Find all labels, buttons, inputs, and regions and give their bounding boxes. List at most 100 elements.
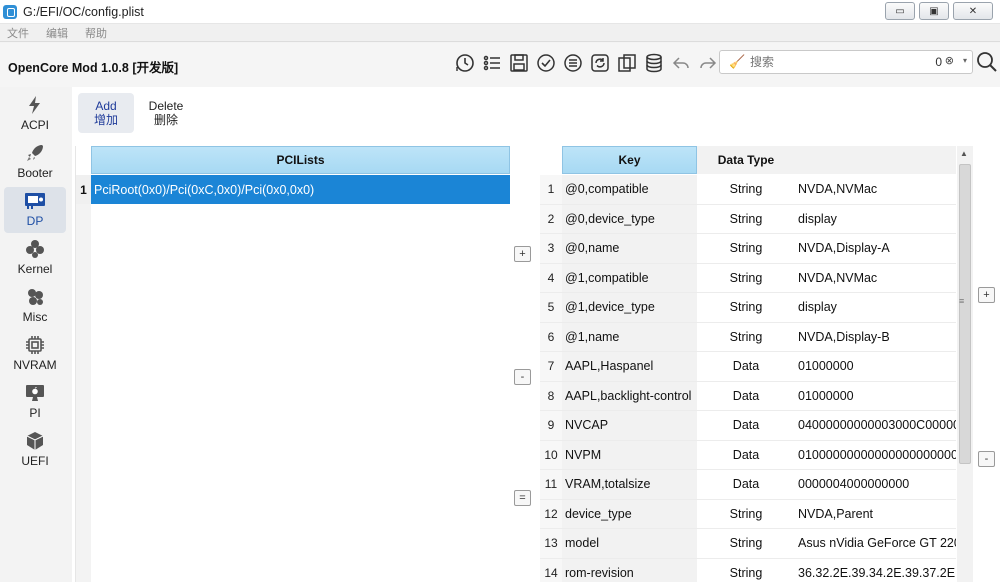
key-cell[interactable]: @1,compatible bbox=[562, 263, 697, 292]
menu-file[interactable]: 文件 bbox=[7, 25, 29, 41]
sidebar-item-uefi[interactable]: UEFI bbox=[4, 427, 66, 473]
column-header-key[interactable]: Key bbox=[562, 146, 697, 174]
table-row[interactable]: 1 @0,compatible String NVDA,NVMac bbox=[540, 175, 956, 205]
sidebar-item-acpi[interactable]: ACPI bbox=[4, 91, 66, 137]
type-cell[interactable]: String bbox=[697, 293, 795, 322]
table-row[interactable]: 6 @1,name String NVDA,Display-B bbox=[540, 322, 956, 352]
minimize-button[interactable]: ▭ bbox=[885, 2, 915, 20]
value-cell[interactable]: 01000000 bbox=[795, 382, 956, 411]
type-cell[interactable]: String bbox=[697, 559, 795, 582]
key-cell[interactable]: AAPL,backlight-control bbox=[562, 381, 697, 410]
type-cell[interactable]: String bbox=[697, 175, 795, 204]
key-cell[interactable]: @1,device_type bbox=[562, 293, 697, 322]
key-cell[interactable]: device_type bbox=[562, 499, 697, 528]
value-cell[interactable]: NVDA,Display-B bbox=[795, 323, 956, 352]
sidebar-item-booter[interactable]: Booter bbox=[4, 139, 66, 185]
table-row[interactable]: 3 @0,name String NVDA,Display-A bbox=[540, 234, 956, 264]
type-cell[interactable]: Data bbox=[697, 382, 795, 411]
table-row[interactable]: 9 NVCAP Data 04000000000003000C00000 bbox=[540, 411, 956, 441]
refresh-icon[interactable] bbox=[589, 52, 611, 74]
value-cell[interactable]: 0100000000000000000000000 bbox=[795, 441, 956, 470]
value-cell[interactable]: 04000000000003000C00000 bbox=[795, 411, 956, 440]
type-cell[interactable]: String bbox=[697, 234, 795, 263]
maximize-button[interactable]: ▣ bbox=[919, 2, 949, 20]
value-cell[interactable]: 36.32.2E.39.34.2E.39.37.2E.3 bbox=[795, 559, 956, 582]
type-cell[interactable]: String bbox=[697, 205, 795, 234]
broom-icon[interactable]: 🧹 bbox=[729, 54, 745, 70]
sidebar-item-nvram[interactable]: NVRAM bbox=[4, 331, 66, 377]
table-row[interactable]: 11 VRAM,totalsize Data 0000004000000000 bbox=[540, 470, 956, 500]
sidebar-item-misc[interactable]: Misc bbox=[4, 283, 66, 329]
chevron-down-icon[interactable]: ▾ bbox=[963, 56, 967, 65]
menu-help[interactable]: 帮助 bbox=[85, 25, 107, 41]
database-icon[interactable] bbox=[643, 52, 665, 74]
copy-icon[interactable] bbox=[616, 52, 638, 74]
table-row[interactable]: 2 @0,device_type String display bbox=[540, 204, 956, 234]
key-cell[interactable]: rom-revision bbox=[562, 558, 697, 582]
sidebar-item-pi[interactable]: PI bbox=[4, 379, 66, 425]
key-cell[interactable]: AAPL,Haspanel bbox=[562, 352, 697, 381]
table-row[interactable]: 7 AAPL,Haspanel Data 01000000 bbox=[540, 352, 956, 382]
key-cell[interactable]: model bbox=[562, 529, 697, 558]
delete-button[interactable]: Delete 删除 bbox=[138, 93, 194, 133]
column-header-value[interactable] bbox=[795, 146, 956, 174]
type-cell[interactable]: Data bbox=[697, 470, 795, 499]
table-row[interactable]: 8 AAPL,backlight-control Data 01000000 bbox=[540, 381, 956, 411]
close-button[interactable]: ✕ bbox=[953, 2, 993, 20]
add-button[interactable]: Add 增加 bbox=[78, 93, 134, 133]
search-box[interactable]: 🧹 0 ⊗ ▾ bbox=[719, 50, 973, 74]
value-cell[interactable]: NVDA,NVMac bbox=[795, 264, 956, 293]
menu-circle-icon[interactable] bbox=[562, 52, 584, 74]
key-cell[interactable]: NVPM bbox=[562, 440, 697, 469]
pci-path-cell[interactable]: PciRoot(0x0)/Pci(0xC,0x0)/Pci(0x0,0x0) bbox=[91, 175, 510, 204]
type-cell[interactable]: String bbox=[697, 529, 795, 558]
table-row[interactable]: 14 rom-revision String 36.32.2E.39.34.2E.39… bbox=[540, 558, 956, 582]
type-cell[interactable]: String bbox=[697, 264, 795, 293]
type-cell[interactable]: String bbox=[697, 500, 795, 529]
value-cell[interactable]: 01000000 bbox=[795, 352, 956, 381]
equal-button[interactable]: = bbox=[514, 490, 531, 506]
value-cell[interactable]: display bbox=[795, 293, 956, 322]
key-cell[interactable]: @0,compatible bbox=[562, 175, 697, 204]
table-row[interactable]: 1 PciRoot(0x0)/Pci(0xC,0x0)/Pci(0x0,0x0) bbox=[76, 175, 510, 204]
type-cell[interactable]: String bbox=[697, 323, 795, 352]
key-cell[interactable]: @0,name bbox=[562, 234, 697, 263]
column-header-type[interactable]: Data Type bbox=[697, 146, 795, 174]
remove-property-button[interactable]: - bbox=[514, 369, 531, 385]
add-property-button[interactable]: + bbox=[514, 246, 531, 262]
value-cell[interactable]: NVDA,NVMac bbox=[795, 175, 956, 204]
table-row[interactable]: 4 @1,compatible String NVDA,NVMac bbox=[540, 263, 956, 293]
type-cell[interactable]: Data bbox=[697, 352, 795, 381]
sidebar-item-dp[interactable]: DP bbox=[4, 187, 66, 233]
scroll-thumb[interactable] bbox=[959, 164, 971, 464]
key-cell[interactable]: VRAM,totalsize bbox=[562, 470, 697, 499]
clear-icon[interactable]: ⊗ bbox=[945, 54, 954, 67]
value-cell[interactable]: NVDA,Parent bbox=[795, 500, 956, 529]
key-cell[interactable]: @0,device_type bbox=[562, 204, 697, 233]
value-cell[interactable]: display bbox=[795, 205, 956, 234]
search-icon[interactable] bbox=[976, 51, 998, 73]
scroll-up-icon[interactable]: ▲ bbox=[960, 149, 968, 158]
save-icon[interactable] bbox=[508, 52, 530, 74]
table-row[interactable]: 12 device_type String NVDA,Parent bbox=[540, 499, 956, 529]
redo-icon[interactable] bbox=[697, 52, 719, 74]
history-icon[interactable] bbox=[454, 52, 476, 74]
check-icon[interactable] bbox=[535, 52, 557, 74]
vertical-scrollbar[interactable]: ▲ ≡ bbox=[957, 146, 973, 582]
list-icon[interactable] bbox=[481, 52, 503, 74]
remove-row-button[interactable]: - bbox=[978, 451, 995, 467]
search-input[interactable] bbox=[750, 55, 920, 69]
sidebar-item-kernel[interactable]: Kernel bbox=[4, 235, 66, 281]
key-cell[interactable]: NVCAP bbox=[562, 411, 697, 440]
type-cell[interactable]: Data bbox=[697, 441, 795, 470]
table-row[interactable]: 5 @1,device_type String display bbox=[540, 293, 956, 323]
value-cell[interactable]: 0000004000000000 bbox=[795, 470, 956, 499]
pcilists-header[interactable]: PCILists bbox=[91, 146, 510, 174]
type-cell[interactable]: Data bbox=[697, 411, 795, 440]
undo-icon[interactable] bbox=[670, 52, 692, 74]
table-row[interactable]: 13 model String Asus nVidia GeForce GT 220 bbox=[540, 529, 956, 559]
value-cell[interactable]: NVDA,Display-A bbox=[795, 234, 956, 263]
menu-edit[interactable]: 编辑 bbox=[46, 25, 68, 41]
table-row[interactable]: 10 NVPM Data 0100000000000000000000000 bbox=[540, 440, 956, 470]
add-row-button[interactable]: + bbox=[978, 287, 995, 303]
